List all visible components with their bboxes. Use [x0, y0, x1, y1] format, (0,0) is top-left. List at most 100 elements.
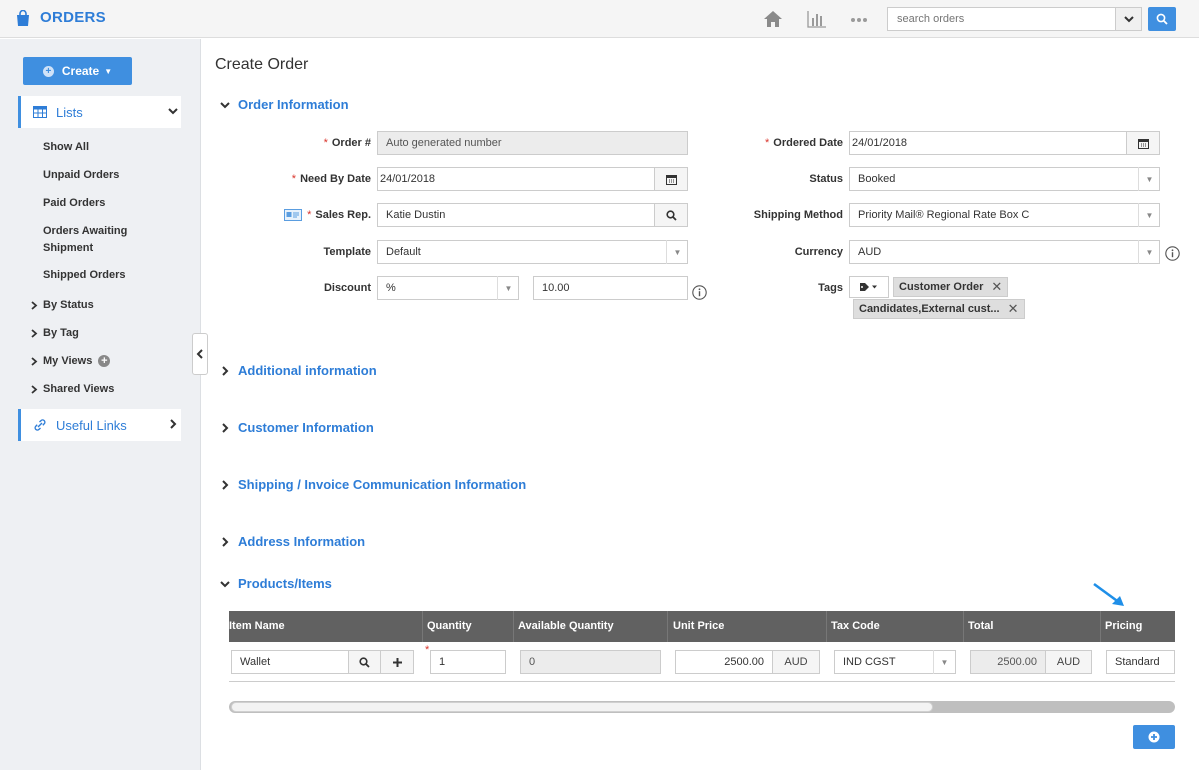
- sidebar-link-orders-awaiting-shipment[interactable]: Orders Awaiting Shipment: [43, 223, 153, 257]
- tag-icon: [860, 283, 877, 291]
- chevron-down-icon: [168, 108, 178, 115]
- horizontal-scrollbar-thumb[interactable]: [231, 702, 933, 712]
- need-by-date-label: * Need By Date: [291, 173, 371, 185]
- app-brand[interactable]: ORDERS: [16, 9, 106, 26]
- tag-picker-button[interactable]: [849, 276, 889, 298]
- lists-panel[interactable]: Lists: [18, 96, 181, 128]
- bar-chart-icon[interactable]: [806, 8, 828, 30]
- info-icon[interactable]: [1165, 246, 1180, 261]
- currency-label: Currency: [794, 246, 843, 258]
- add-row-button[interactable]: [1133, 725, 1175, 749]
- table-icon: [33, 106, 47, 118]
- need-by-date-input[interactable]: 24/01/2018: [377, 167, 655, 191]
- section-address-information[interactable]: Address Information: [220, 534, 365, 549]
- create-button[interactable]: + Create ▼: [23, 57, 132, 85]
- unit-price-input[interactable]: 2500.00: [675, 650, 773, 674]
- search-icon: [665, 209, 677, 221]
- search-button[interactable]: [1148, 7, 1176, 31]
- tag-label: Candidates,External cust...: [859, 303, 1000, 315]
- plus-icon: [392, 657, 402, 667]
- status-select[interactable]: Booked: [849, 167, 1160, 191]
- section-title: Customer Information: [238, 420, 374, 435]
- status-label: Status: [809, 173, 843, 185]
- plus-circle-icon: +: [42, 65, 54, 77]
- chevron-right-icon: [31, 300, 38, 310]
- tax-code-value: IND CGST: [843, 656, 896, 668]
- total-currency: AUD: [1045, 650, 1092, 674]
- currency-value: AUD: [858, 246, 882, 258]
- sidebar-group-by-tag[interactable]: By Tag: [30, 327, 79, 339]
- sidebar-link-shipped-orders[interactable]: Shipped Orders: [43, 267, 183, 284]
- column-header: Unit Price: [673, 620, 725, 632]
- sidebar-link-paid-orders[interactable]: Paid Orders: [43, 195, 183, 212]
- calendar-icon: [1137, 138, 1149, 149]
- contact-card-icon[interactable]: [284, 209, 302, 221]
- add-view-icon[interactable]: +: [98, 355, 111, 367]
- chevron-right-icon: [222, 365, 229, 376]
- shipping-method-label: Shipping Method: [753, 209, 843, 221]
- products-table-header: Item Name Quantity Available Quantity Un…: [229, 611, 1175, 642]
- section-title: Products/Items: [238, 576, 332, 591]
- sidebar-group-label: My Views: [43, 355, 93, 367]
- pointer-arrow-icon: [1093, 582, 1124, 606]
- need-by-date-picker-button[interactable]: [654, 167, 688, 191]
- ordered-date-label: * Ordered Date: [765, 137, 843, 149]
- chevron-down-icon: [220, 580, 230, 587]
- useful-links-label: Useful Links: [56, 417, 127, 433]
- table-row-divider: [229, 681, 1175, 682]
- available-quantity-field: 0: [520, 650, 661, 674]
- top-bar: ORDERS: [0, 0, 1199, 38]
- discount-type-value: %: [386, 282, 396, 294]
- item-search-button[interactable]: [348, 650, 381, 674]
- section-customer-information[interactable]: Customer Information: [220, 420, 374, 435]
- search-filter-dropdown[interactable]: [1116, 7, 1142, 31]
- pricing-select[interactable]: Standard: [1106, 650, 1175, 674]
- search-input[interactable]: [887, 7, 1116, 31]
- add-item-button[interactable]: [380, 650, 414, 674]
- caret-down-icon: ▼: [666, 240, 688, 264]
- section-shipping-invoice[interactable]: Shipping / Invoice Communication Informa…: [220, 477, 526, 492]
- tag-label: Customer Order: [899, 281, 984, 293]
- chevron-left-icon: [196, 349, 203, 359]
- shipping-method-select[interactable]: Priority Mail® Regional Rate Box C: [849, 203, 1160, 227]
- page-title: Create Order: [215, 56, 309, 73]
- quantity-input[interactable]: 1: [430, 650, 506, 674]
- remove-tag-icon[interactable]: ✕: [991, 279, 1002, 295]
- discount-label: Discount: [323, 282, 371, 294]
- sidebar-group-shared-views[interactable]: Shared Views: [30, 383, 114, 395]
- sales-rep-input[interactable]: Katie Dustin: [377, 203, 655, 227]
- info-icon[interactable]: [692, 285, 707, 300]
- more-dots-icon[interactable]: [848, 8, 870, 30]
- column-header: Available Quantity: [518, 620, 614, 632]
- currency-select[interactable]: AUD: [849, 240, 1160, 264]
- section-order-information[interactable]: Order Information: [220, 97, 349, 112]
- ordered-date-input[interactable]: 24/01/2018: [849, 131, 1127, 155]
- template-select[interactable]: Default: [377, 240, 688, 264]
- template-label: Template: [323, 246, 371, 258]
- remove-tag-icon[interactable]: ✕: [1008, 301, 1019, 317]
- order-number-label: * Order #: [323, 137, 371, 149]
- sidebar-collapse-toggle[interactable]: [192, 333, 208, 375]
- sidebar-link-show-all[interactable]: Show All: [43, 139, 183, 156]
- caret-down-icon: ▼: [497, 276, 519, 300]
- app-title: ORDERS: [40, 9, 106, 26]
- link-icon: [34, 419, 46, 431]
- section-additional-information[interactable]: Additional information: [220, 363, 377, 378]
- create-button-label: Create: [61, 64, 100, 78]
- caret-down-icon: ▼: [933, 650, 955, 674]
- column-header: Tax Code: [831, 620, 880, 632]
- chevron-right-icon: [222, 479, 229, 490]
- section-title: Order Information: [238, 97, 349, 112]
- shipping-method-value: Priority Mail® Regional Rate Box C: [858, 209, 1030, 221]
- sidebar-link-unpaid-orders[interactable]: Unpaid Orders: [43, 167, 183, 184]
- sidebar-group-by-status[interactable]: By Status: [30, 299, 94, 311]
- discount-value-input[interactable]: 10.00: [533, 276, 688, 300]
- section-products-items[interactable]: Products/Items: [220, 576, 332, 591]
- item-name-input[interactable]: Wallet: [231, 650, 349, 674]
- unit-price-currency: AUD: [772, 650, 820, 674]
- home-icon[interactable]: [762, 8, 784, 30]
- ordered-date-picker-button[interactable]: [1126, 131, 1160, 155]
- sales-rep-search-button[interactable]: [654, 203, 688, 227]
- sidebar-group-my-views[interactable]: My Views +: [30, 355, 111, 367]
- useful-links-panel[interactable]: Useful Links: [18, 409, 181, 441]
